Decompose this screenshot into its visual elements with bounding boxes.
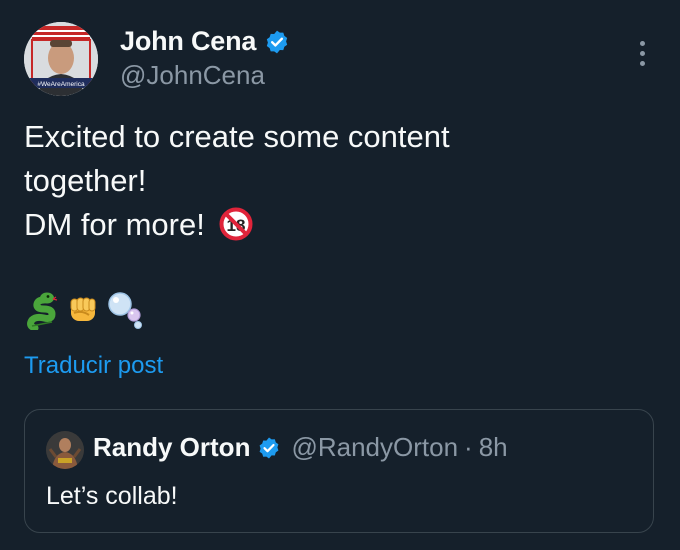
tweet-text: Excited to create some content together!… bbox=[24, 115, 644, 253]
more-options-icon[interactable] bbox=[628, 38, 656, 68]
bubbles-icon bbox=[106, 290, 146, 335]
tweet-line: DM for more! bbox=[24, 207, 205, 242]
quoted-author-avatar[interactable] bbox=[46, 431, 84, 469]
quoted-header: Randy Orton @RandyOrton · 8h bbox=[93, 432, 508, 463]
snake-icon bbox=[26, 290, 60, 335]
verified-badge-icon[interactable] bbox=[257, 436, 281, 460]
verified-badge-icon[interactable] bbox=[264, 29, 290, 55]
author-name-row: John Cena bbox=[120, 26, 290, 57]
avatar-caption: #WeAreAmerica bbox=[37, 81, 85, 88]
raised-fist-icon bbox=[66, 293, 100, 332]
quoted-timestamp[interactable]: 8h bbox=[479, 432, 508, 463]
emoji-row bbox=[26, 290, 146, 335]
quoted-text: Let’s collab! bbox=[46, 482, 178, 510]
dot-separator: · bbox=[464, 432, 473, 462]
author-avatar[interactable]: #WeAreAmerica bbox=[24, 22, 98, 96]
quoted-handle[interactable]: @RandyOrton bbox=[291, 432, 458, 463]
tweet-line: together! bbox=[24, 163, 147, 198]
quoted-tweet-card[interactable]: Randy Orton @RandyOrton · 8h Let’s colla… bbox=[24, 409, 654, 533]
quoted-display-name[interactable]: Randy Orton bbox=[93, 432, 250, 463]
no-one-under-eighteen-icon: 18 bbox=[219, 207, 253, 253]
author-display-name[interactable]: John Cena bbox=[120, 26, 256, 57]
tweet-line-with-emoji: DM for more! 18 bbox=[24, 203, 644, 253]
author-handle[interactable]: @JohnCena bbox=[120, 60, 265, 91]
tweet-line: Excited to create some content bbox=[24, 119, 450, 154]
translate-post-link[interactable]: Traducir post bbox=[24, 352, 163, 380]
